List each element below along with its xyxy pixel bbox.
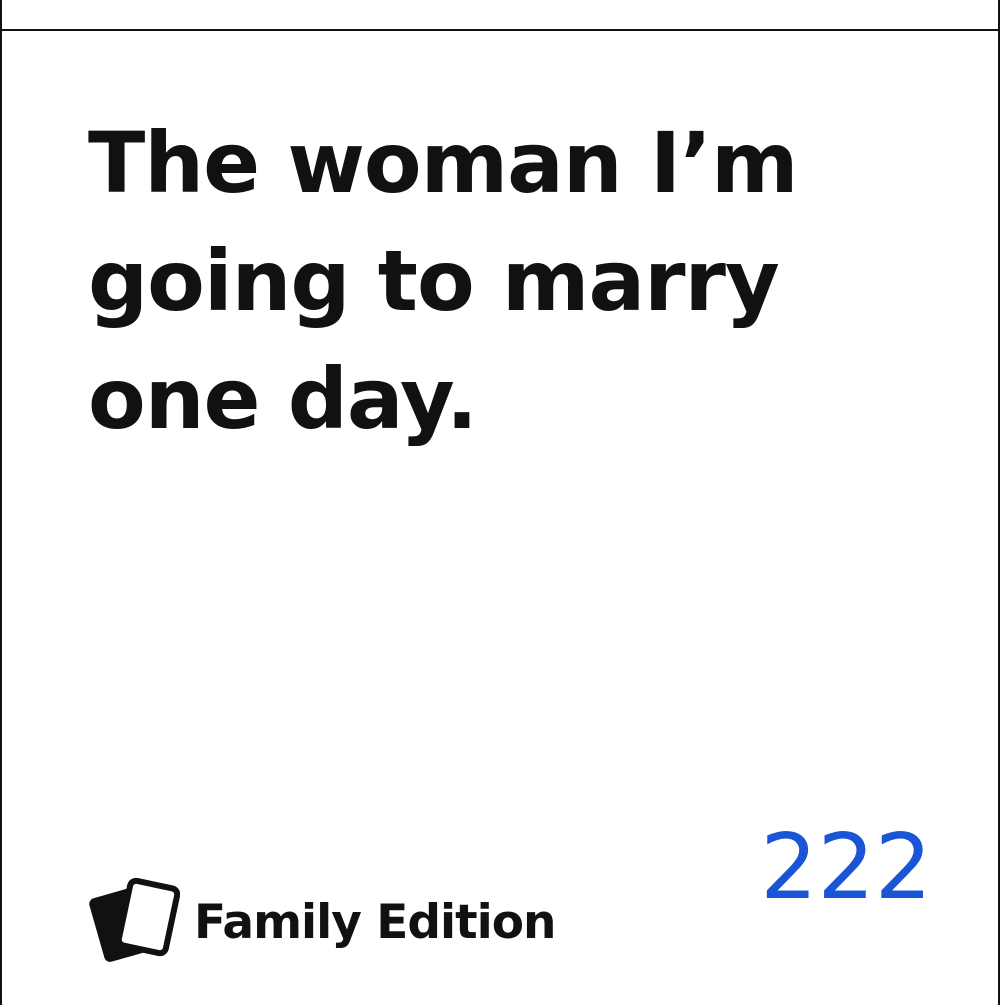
brand-name: Family Edition [194, 894, 556, 950]
card-edge-left [0, 0, 2, 30]
card-prompt-line-3: one day. [88, 350, 478, 448]
card-number: 222 [760, 815, 932, 920]
two-cards-icon [89, 877, 180, 962]
brand-footer: Family Edition [88, 876, 556, 968]
card-prompt-line-2: going to marry [88, 232, 780, 330]
card-prompt-line-1: The woman I’m [88, 114, 799, 212]
card-prompt-text: The woman I’m going to marry one day. [88, 104, 848, 458]
